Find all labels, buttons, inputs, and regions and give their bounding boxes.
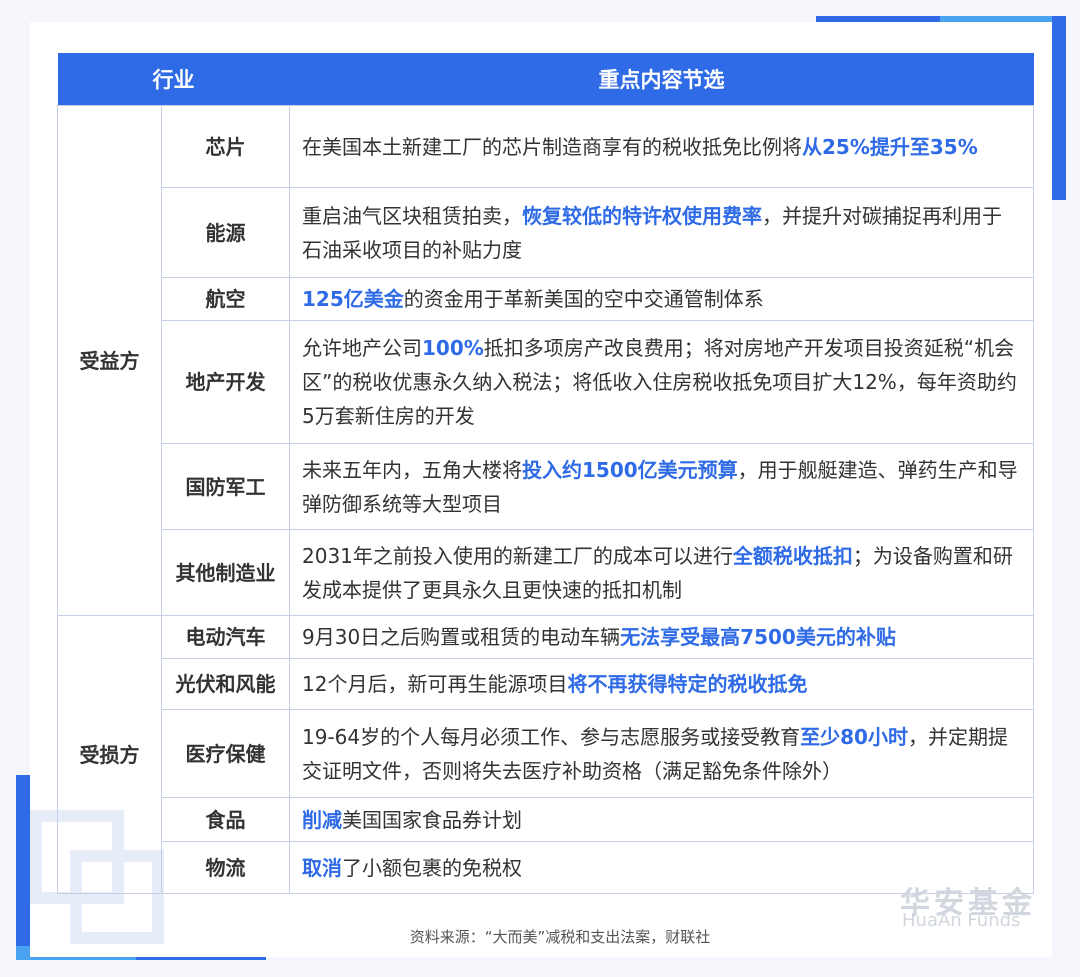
header-content: 重点内容节选 (289, 53, 1034, 106)
industry-cell: 食品 (161, 797, 290, 842)
content-cell: 125亿美金的资金用于革新美国的空中交通管制体系 (289, 277, 1034, 321)
highlight-text: 从25%提升至35% (802, 134, 978, 159)
content-cell: 19-64岁的个人每月必须工作、参与志愿服务或接受教育至少80小时，并定期提交证… (289, 709, 1034, 798)
industry-cell: 医疗保健 (161, 709, 290, 798)
industry-cell: 物流 (161, 841, 290, 894)
table-row: 地产开发 允许地产公司100%抵扣多项房产改良费用；将对房地产开发项目投资延税“机… (58, 320, 1034, 444)
highlight-text: 将不再获得特定的税收抵免 (567, 672, 808, 696)
table-row: 其他制造业 2031年之前投入使用的新建工厂的成本可以进行全额税收抵扣；为设备购置… (58, 529, 1034, 616)
content-text: 9月30日之后购置或租赁的电动车辆 (302, 625, 621, 649)
header-industry: 行业 (57, 53, 290, 106)
content-cell: 削减美国国家食品券计划 (289, 797, 1034, 842)
table-row: 食品 削减美国国家食品券计划 (58, 797, 1034, 842)
highlight-text: 至少80小时 (800, 724, 908, 749)
highlight-text: 全额税收抵扣 (732, 543, 853, 568)
content-text: 允许地产公司 (302, 336, 422, 360)
table-row: 航空 125亿美金的资金用于革新美国的空中交通管制体系 (58, 277, 1034, 321)
industry-cell: 芯片 (161, 105, 290, 188)
highlight-text: 取消 (302, 855, 342, 880)
highlight-text: 100% (422, 336, 484, 360)
policy-table: 行业 重点内容节选 受益方 芯片 在美国本土新建工厂的芯片制造商享有的税收抵免比例将… (57, 53, 1034, 894)
highlight-text: 125亿美金 (302, 287, 404, 311)
source-note: 资料来源：“大而美”减税和支出法案，财联社 (409, 928, 711, 946)
content-text: 了小额包裹的免税权 (342, 855, 522, 880)
industry-cell: 其他制造业 (161, 529, 290, 616)
content-text: 未来五年内，五角大楼将 (302, 457, 522, 482)
table-header-row: 行业 重点内容节选 (57, 53, 1034, 106)
highlight-text: 恢复较低的特许权使用费率 (522, 203, 762, 228)
table-row: 能源 重启油气区块租赁拍卖，恢复较低的特许权使用费率，并提升对碳捕捉再利用于石油采… (58, 187, 1034, 278)
highlight-text: 投入约1500亿美元预算 (522, 457, 738, 482)
content-text: 在美国本土新建工厂的芯片制造商享有的税收抵免比例将 (302, 134, 802, 159)
highlight-text: 无法享受最高7500美元的补贴 (620, 625, 896, 649)
industry-cell: 电动汽车 (161, 615, 290, 659)
content-text: 12个月后，新可再生能源项目 (302, 672, 568, 696)
content-text: 2031年之前投入使用的新建工厂的成本可以进行 (302, 543, 733, 568)
table-row: 受损方 电动汽车 9月30日之后购置或租赁的电动车辆无法享受最高7500美元的补贴 (57, 615, 1034, 894)
table-body: 受益方 芯片 在美国本土新建工厂的芯片制造商享有的税收抵免比例将从25%提升至35%… (57, 105, 1034, 894)
table-row: 物流 取消了小额包裹的免税权 (58, 841, 1034, 894)
content-text: 美国国家食品券计划 (342, 807, 522, 832)
table-row: 受益方 芯片 在美国本土新建工厂的芯片制造商享有的税收抵免比例将从25%提升至35% (57, 105, 1034, 616)
table-row: 光伏和风能 12个月后，新可再生能源项目将不再获得特定的税收抵免 (58, 658, 1034, 710)
content-cell: 重启油气区块租赁拍卖，恢复较低的特许权使用费率，并提升对碳捕捉再利用于石油采收项… (289, 187, 1034, 278)
group-label: 受损方 (57, 615, 162, 894)
content-cell: 12个月后，新可再生能源项目将不再获得特定的税收抵免 (289, 658, 1034, 710)
industry-cell: 能源 (161, 187, 290, 278)
content-cell: 2031年之前投入使用的新建工厂的成本可以进行全额税收抵扣；为设备购置和研发成本… (289, 529, 1034, 616)
industry-cell: 航空 (161, 277, 290, 321)
decor-right-bar (1052, 16, 1066, 200)
content-cell: 允许地产公司100%抵扣多项房产改良费用；将对房地产开发项目投资延税“机会区”的… (289, 320, 1034, 444)
content-text: 19-64岁的个人每月必须工作、参与志愿服务或接受教育 (302, 724, 801, 749)
content-cell: 在美国本土新建工厂的芯片制造商享有的税收抵免比例将从25%提升至35% (289, 105, 1034, 188)
highlight-text: 削减 (302, 807, 342, 832)
table-row: 医疗保健 19-64岁的个人每月必须工作、参与志愿服务或接受教育至少80小时，并定… (58, 709, 1034, 798)
content-text: 重启油气区块租赁拍卖， (302, 203, 522, 228)
group-label: 受益方 (57, 105, 162, 616)
industry-cell: 国防军工 (161, 443, 290, 530)
table-row: 国防军工 未来五年内，五角大楼将投入约1500亿美元预算，用于舰艇建造、弹药生产和… (58, 443, 1034, 530)
content-cell: 9月30日之后购置或租赁的电动车辆无法享受最高7500美元的补贴 (289, 615, 1034, 659)
content-cell: 未来五年内，五角大楼将投入约1500亿美元预算，用于舰艇建造、弹药生产和导弹防御… (289, 443, 1034, 530)
industry-cell: 地产开发 (161, 320, 290, 444)
content-text: 的资金用于革新美国的空中交通管制体系 (403, 287, 764, 311)
industry-cell: 光伏和风能 (161, 658, 290, 710)
